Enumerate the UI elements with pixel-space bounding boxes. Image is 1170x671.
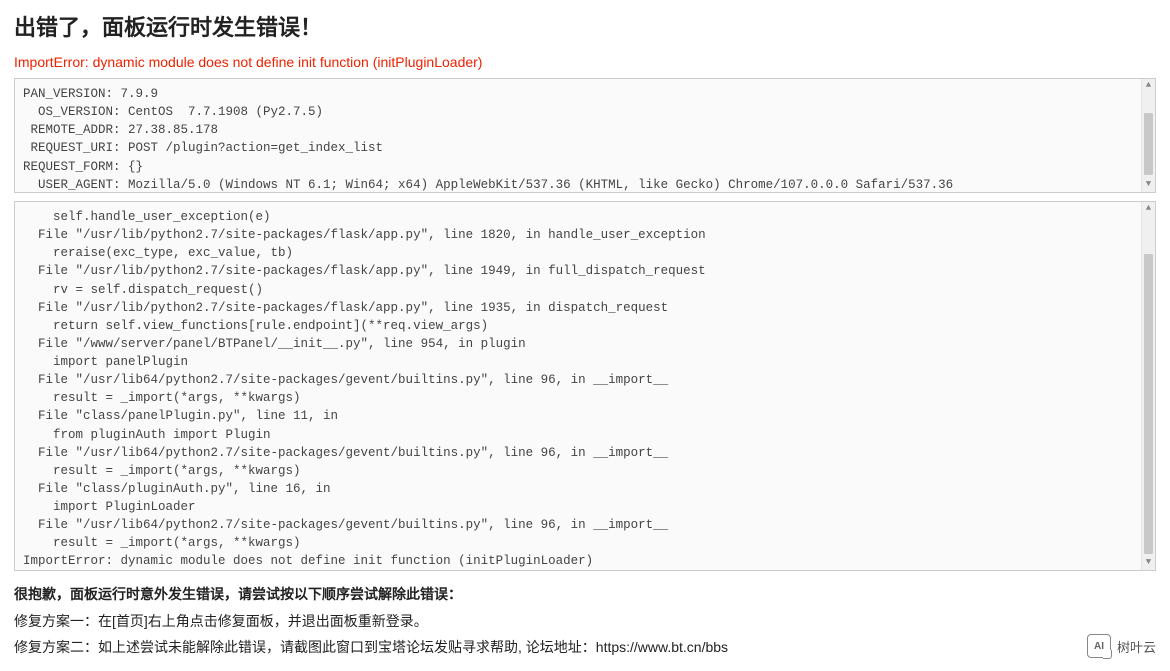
advice-line-2: 修复方案二：如上述尝试未能解除此错误，请截图此窗口到宝塔论坛发贴寻求帮助, 论坛… (14, 639, 728, 655)
traceback-block[interactable]: self.handle_user_exception(e) File "/usr… (14, 201, 1156, 571)
brand-badge[interactable]: AI 树叶云 (1087, 634, 1156, 658)
brand-logo-icon: AI (1087, 634, 1111, 658)
traceback-text: self.handle_user_exception(e) File "/usr… (23, 210, 706, 568)
env-info-text: PAN_VERSION: 7.9.9 OS_VERSION: CentOS 7.… (23, 87, 953, 192)
brand-name: 树叶云 (1117, 637, 1156, 656)
env-info-block[interactable]: PAN_VERSION: 7.9.9 OS_VERSION: CentOS 7.… (14, 78, 1156, 193)
advice-heading: 很抱歉，面板运行时意外发生错误，请尝试按以下顺序尝试解除此错误： (14, 586, 462, 602)
page-title: 出错了，面板运行时发生错误！ (14, 10, 1156, 42)
scroll-up-icon[interactable]: ▲ (1142, 202, 1155, 216)
scrollbar-vertical[interactable]: ▲ ▼ (1141, 79, 1155, 192)
scroll-thumb[interactable] (1144, 113, 1153, 175)
scroll-up-icon[interactable]: ▲ (1142, 79, 1155, 93)
scrollbar-vertical[interactable]: ▲ ▼ (1141, 202, 1155, 570)
scroll-down-icon[interactable]: ▼ (1142, 178, 1155, 192)
scroll-down-icon[interactable]: ▼ (1142, 556, 1155, 570)
advice-line-1: 修复方案一：在[首页]右上角点击修复面板，并退出面板重新登录。 (14, 613, 428, 629)
scroll-thumb[interactable] (1144, 254, 1153, 554)
error-message: ImportError: dynamic module does not def… (14, 54, 1156, 70)
advice-section: 很抱歉，面板运行时意外发生错误，请尝试按以下顺序尝试解除此错误： 修复方案一：在… (14, 581, 1156, 661)
